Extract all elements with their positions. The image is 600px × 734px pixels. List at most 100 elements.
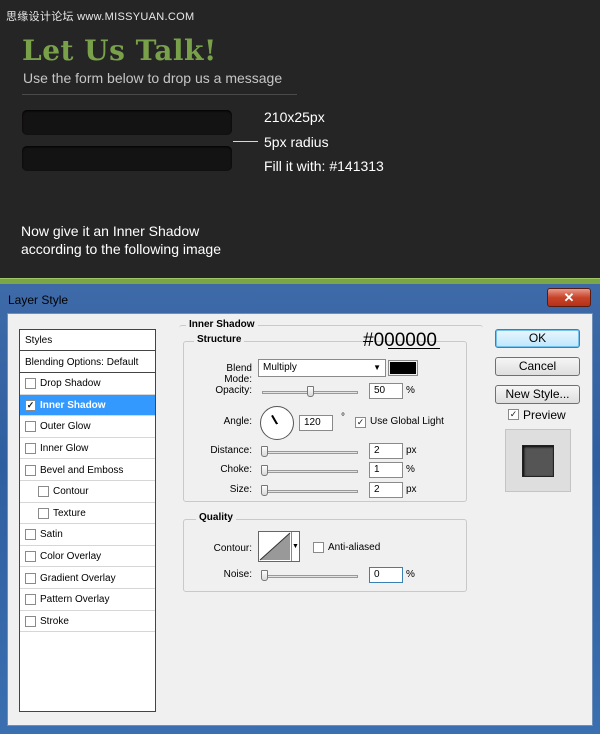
angle-dial[interactable] <box>260 406 294 440</box>
styles-list-item-label: Contour <box>53 486 89 498</box>
use-global-light-label: Use Global Light <box>370 416 444 427</box>
styles-list-item-label: Blending Options: Default <box>25 356 139 368</box>
styles-list-item[interactable]: ✓ Inner Shadow <box>20 395 155 417</box>
style-checkbox[interactable] <box>25 529 36 541</box>
anti-aliased-label: Anti-aliased <box>328 542 381 553</box>
opacity-unit: % <box>406 385 415 396</box>
style-checkbox[interactable] <box>38 486 49 498</box>
styles-list-item[interactable]: Stroke <box>20 611 155 633</box>
distance-unit: px <box>406 445 417 456</box>
angle-input[interactable]: 120 <box>299 415 333 431</box>
form-title: Let Us Talk! <box>22 34 217 67</box>
styles-list-item-label: Drop Shadow <box>40 378 101 390</box>
choke-unit: % <box>406 464 415 475</box>
style-checkbox[interactable] <box>25 442 36 454</box>
close-icon: ✕ <box>563 290 575 305</box>
style-checkbox[interactable] <box>25 378 36 390</box>
instruction-text: according to the following image <box>21 241 222 257</box>
tutorial-panel: 思缘设计论坛 www.MISSYUAN.COM Let Us Talk! Use… <box>0 0 600 278</box>
style-checkbox[interactable] <box>25 550 36 562</box>
styles-list: Styles Blending Options: Default Drop Sha… <box>19 329 156 712</box>
layer-style-dialog: Layer Style ✕ Styles Blending Options: D… <box>0 284 600 734</box>
distance-slider-handle[interactable] <box>261 446 268 457</box>
style-checkbox[interactable] <box>25 615 36 627</box>
size-slider-handle[interactable] <box>261 485 268 496</box>
styles-list-item[interactable]: Satin <box>20 525 155 546</box>
use-global-light-checkbox[interactable]: ✓ <box>355 417 366 428</box>
style-checkbox[interactable]: ✓ <box>25 399 36 411</box>
styles-list-item-label: Inner Glow <box>40 442 89 454</box>
styles-list-item-label: Bevel and Emboss <box>40 464 124 476</box>
preview-thumbnail <box>505 429 571 492</box>
cancel-button[interactable]: Cancel <box>495 357 580 376</box>
opacity-input[interactable]: 50 <box>369 383 403 399</box>
styles-list-item[interactable]: Inner Glow <box>20 438 155 460</box>
styles-list-item-label: Satin <box>40 529 63 541</box>
choke-slider[interactable] <box>262 470 358 473</box>
styles-header[interactable]: Styles <box>20 330 155 351</box>
swatch-fill <box>390 362 416 374</box>
styles-list-item-label: Pattern Overlay <box>40 594 110 606</box>
size-slider[interactable] <box>262 490 358 493</box>
style-checkbox[interactable] <box>25 421 36 433</box>
styles-list-item-label: Outer Glow <box>40 421 91 433</box>
size-unit: px <box>406 484 417 495</box>
distance-label: Distance: <box>210 445 252 456</box>
size-input[interactable]: 2 <box>369 482 403 498</box>
noise-slider-handle[interactable] <box>261 570 268 581</box>
noise-label: Noise: <box>223 569 252 580</box>
form-subtitle: Use the form below to drop us a message <box>23 70 283 86</box>
dialog-client-area: Styles Blending Options: Default Drop Sha… <box>7 313 593 726</box>
style-checkbox[interactable] <box>25 594 36 606</box>
ok-button[interactable]: OK <box>495 329 580 348</box>
styles-list-item[interactable]: Pattern Overlay <box>20 590 155 611</box>
styles-list-item[interactable]: Contour <box>20 482 155 503</box>
styles-list-item-label: Gradient Overlay <box>40 572 116 584</box>
text-field-example[interactable] <box>22 146 232 171</box>
blend-mode-select[interactable]: Multiply ▼ <box>258 359 386 377</box>
contour-label: Contour: <box>213 543 252 554</box>
styles-list-item[interactable]: Outer Glow <box>20 417 155 438</box>
choke-slider-handle[interactable] <box>261 465 268 476</box>
angle-label: Angle: <box>223 416 252 427</box>
choke-input[interactable]: 1 <box>369 462 403 478</box>
noise-slider[interactable] <box>262 575 358 578</box>
styles-list-item[interactable]: Drop Shadow <box>20 374 155 395</box>
close-button[interactable]: ✕ <box>547 288 591 307</box>
contour-curve-icon <box>259 532 291 561</box>
styles-list-item[interactable]: Blending Options: Default <box>20 352 155 373</box>
styles-list-item-label: Color Overlay <box>40 550 102 562</box>
styles-list-item-label: Texture <box>53 507 86 519</box>
annotation-fill: Fill it with: #141313 <box>264 158 384 174</box>
dialog-title: Layer Style <box>8 293 69 307</box>
opacity-label: Opacity: <box>215 385 252 396</box>
style-checkbox[interactable] <box>25 464 36 476</box>
degree-unit: ° <box>341 412 345 423</box>
text-field-example[interactable] <box>22 110 232 135</box>
annotation-pointer-line <box>233 141 258 142</box>
distance-slider[interactable] <box>262 451 358 454</box>
style-checkbox[interactable] <box>38 507 49 519</box>
styles-list-item[interactable]: Texture <box>20 503 155 525</box>
styles-list-item[interactable]: Color Overlay <box>20 546 155 568</box>
new-style-button[interactable]: New Style... <box>495 385 580 404</box>
chevron-down-icon[interactable]: ▼ <box>291 532 299 561</box>
opacity-slider-handle[interactable] <box>307 386 314 397</box>
preview-checkbox[interactable]: ✓ <box>508 409 519 420</box>
annotation-radius: 5px radius <box>264 134 329 150</box>
shadow-color-swatch[interactable] <box>388 360 418 376</box>
styles-list-item[interactable]: Gradient Overlay <box>20 568 155 589</box>
structure-label: Structure <box>194 334 245 345</box>
divider <box>22 94 297 95</box>
preview-swatch <box>522 445 554 477</box>
contour-picker[interactable]: ▼ <box>258 531 300 562</box>
preview-label: Preview <box>523 408 566 422</box>
anti-aliased-checkbox[interactable] <box>313 542 324 553</box>
styles-list-item[interactable]: Bevel and Emboss <box>20 460 155 481</box>
chevron-down-icon: ▼ <box>373 363 381 372</box>
annotation-pointer-line <box>388 348 440 349</box>
style-checkbox[interactable] <box>25 572 36 584</box>
noise-input[interactable]: 0 <box>369 567 403 583</box>
distance-input[interactable]: 2 <box>369 443 403 459</box>
panel-title: Inner Shadow <box>186 319 258 330</box>
